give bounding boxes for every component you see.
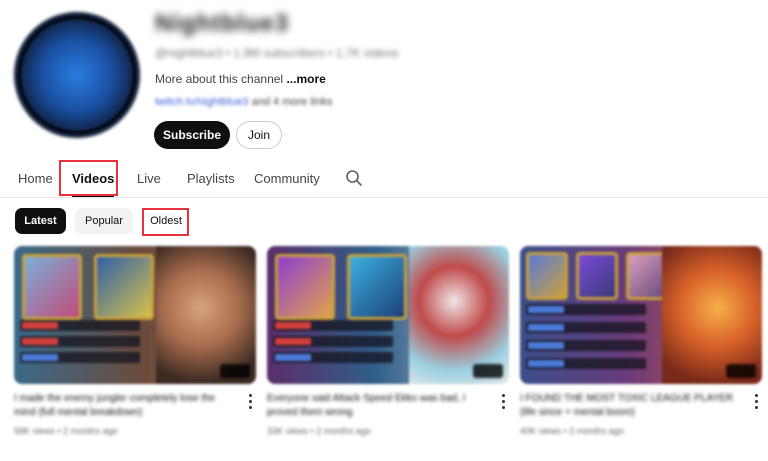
video-thumbnail[interactable] (14, 246, 256, 384)
video-duration (473, 364, 503, 378)
video-thumbnail[interactable] (520, 246, 762, 384)
item-icon (22, 254, 82, 320)
video-title[interactable]: Everyone said Attack Speed Ekko was bad,… (267, 392, 487, 420)
search-icon[interactable] (345, 169, 363, 187)
about-text: More about this channel (155, 72, 284, 86)
tab-community[interactable]: Community (254, 160, 320, 196)
chat-line (20, 320, 140, 331)
video-meta: 58K views • 2 months ago (14, 426, 118, 436)
avatar-ring (18, 16, 136, 134)
chat-line (20, 336, 140, 347)
item-icon (526, 252, 568, 300)
more-links-text[interactable]: and 4 more links (252, 96, 333, 108)
video-meta: 40K views • 2 months ago (520, 426, 624, 436)
channel-link[interactable]: twitch.tv/nightblue3 (155, 96, 249, 108)
sort-chips: Latest Popular Oldest (0, 208, 768, 236)
more-options-icon[interactable] (248, 394, 252, 410)
video-card[interactable]: Everyone said Attack Speed Ekko was bad,… (267, 246, 509, 456)
chip-popular[interactable]: Popular (75, 208, 133, 234)
item-icon (576, 252, 618, 300)
video-title[interactable]: I FOUND THE MOST TOXIC LEAGUE PLAYER (li… (520, 392, 740, 420)
more-options-icon[interactable] (754, 394, 758, 410)
channel-meta: @nightblue3 • 1.9M subscribers • 1.7K vi… (155, 46, 399, 60)
chip-latest[interactable]: Latest (15, 208, 66, 234)
item-icon (347, 254, 407, 320)
channel-name: Nightblue3 (155, 10, 289, 37)
channel-links[interactable]: twitch.tv/nightblue3 and 4 more links (155, 96, 332, 108)
join-button[interactable]: Join (236, 121, 282, 149)
item-icon (94, 254, 154, 320)
videos-tab-highlight (59, 160, 118, 196)
video-duration (220, 364, 250, 378)
tab-home[interactable]: Home (18, 160, 53, 196)
video-thumbnail[interactable] (267, 246, 509, 384)
video-duration (726, 364, 756, 378)
tab-playlists[interactable]: Playlists (187, 160, 235, 196)
oldest-chip-highlight (142, 208, 189, 236)
chat-line (273, 320, 393, 331)
video-card[interactable]: I FOUND THE MOST TOXIC LEAGUE PLAYER (li… (520, 246, 762, 456)
chat-line (273, 352, 393, 363)
video-title[interactable]: I made the enemy jungler completely lose… (14, 392, 234, 420)
more-options-icon[interactable] (501, 394, 505, 410)
chat-line (526, 358, 646, 369)
video-card[interactable]: I made the enemy jungler completely lose… (14, 246, 256, 456)
about-more-link[interactable]: ...more (286, 72, 325, 86)
chat-line (526, 304, 646, 315)
chat-line (20, 352, 140, 363)
tab-live[interactable]: Live (137, 160, 161, 196)
item-icon (275, 254, 335, 320)
chat-line (526, 340, 646, 351)
channel-header: Nightblue3 @nightblue3 • 1.9M subscriber… (0, 0, 768, 160)
chat-line (526, 322, 646, 333)
channel-about[interactable]: More about this channel ...more (155, 72, 326, 86)
video-meta: 33K views • 2 months ago (267, 426, 371, 436)
subscribe-button[interactable]: Subscribe (154, 121, 230, 149)
chat-line (273, 336, 393, 347)
